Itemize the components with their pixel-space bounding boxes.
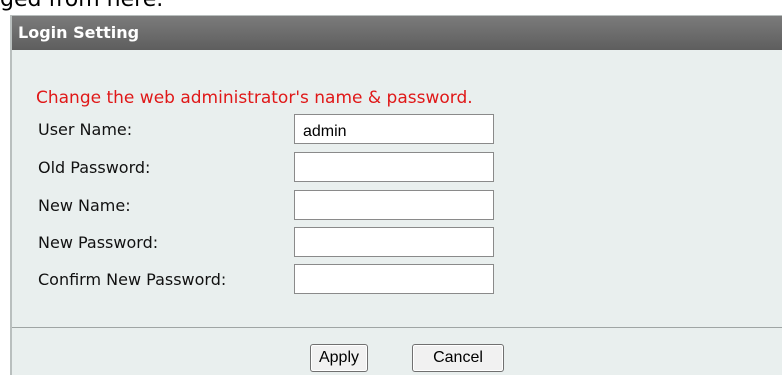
new-password-input[interactable] <box>294 227 494 257</box>
new-password-label: New Password: <box>38 233 159 252</box>
new-password-row: New Password: <box>38 227 778 261</box>
cancel-button[interactable]: Cancel <box>412 344 504 372</box>
apply-button[interactable]: Apply <box>310 344 368 372</box>
top-text-fragment: ged from here. <box>0 0 163 12</box>
old-password-input[interactable] <box>294 152 494 182</box>
old-password-row: Old Password: <box>38 152 778 186</box>
new-name-row: New Name: <box>38 190 778 224</box>
old-password-label: Old Password: <box>38 158 151 177</box>
button-divider <box>12 327 782 328</box>
confirm-new-password-label: Confirm New Password: <box>38 270 227 289</box>
panel-header: Login Setting <box>12 16 782 50</box>
user-name-label: User Name: <box>38 120 133 139</box>
panel-title: Login Setting <box>18 23 140 42</box>
intro-text: Change the web administrator's name & pa… <box>36 88 473 108</box>
new-name-input[interactable] <box>294 190 494 220</box>
confirm-new-password-row: Confirm New Password: <box>38 264 778 298</box>
user-name-input[interactable] <box>294 114 494 144</box>
confirm-new-password-input[interactable] <box>294 264 494 294</box>
user-name-row: User Name: <box>38 114 778 148</box>
login-setting-panel: Login Setting Change the web administrat… <box>10 15 782 375</box>
new-name-label: New Name: <box>38 196 131 215</box>
